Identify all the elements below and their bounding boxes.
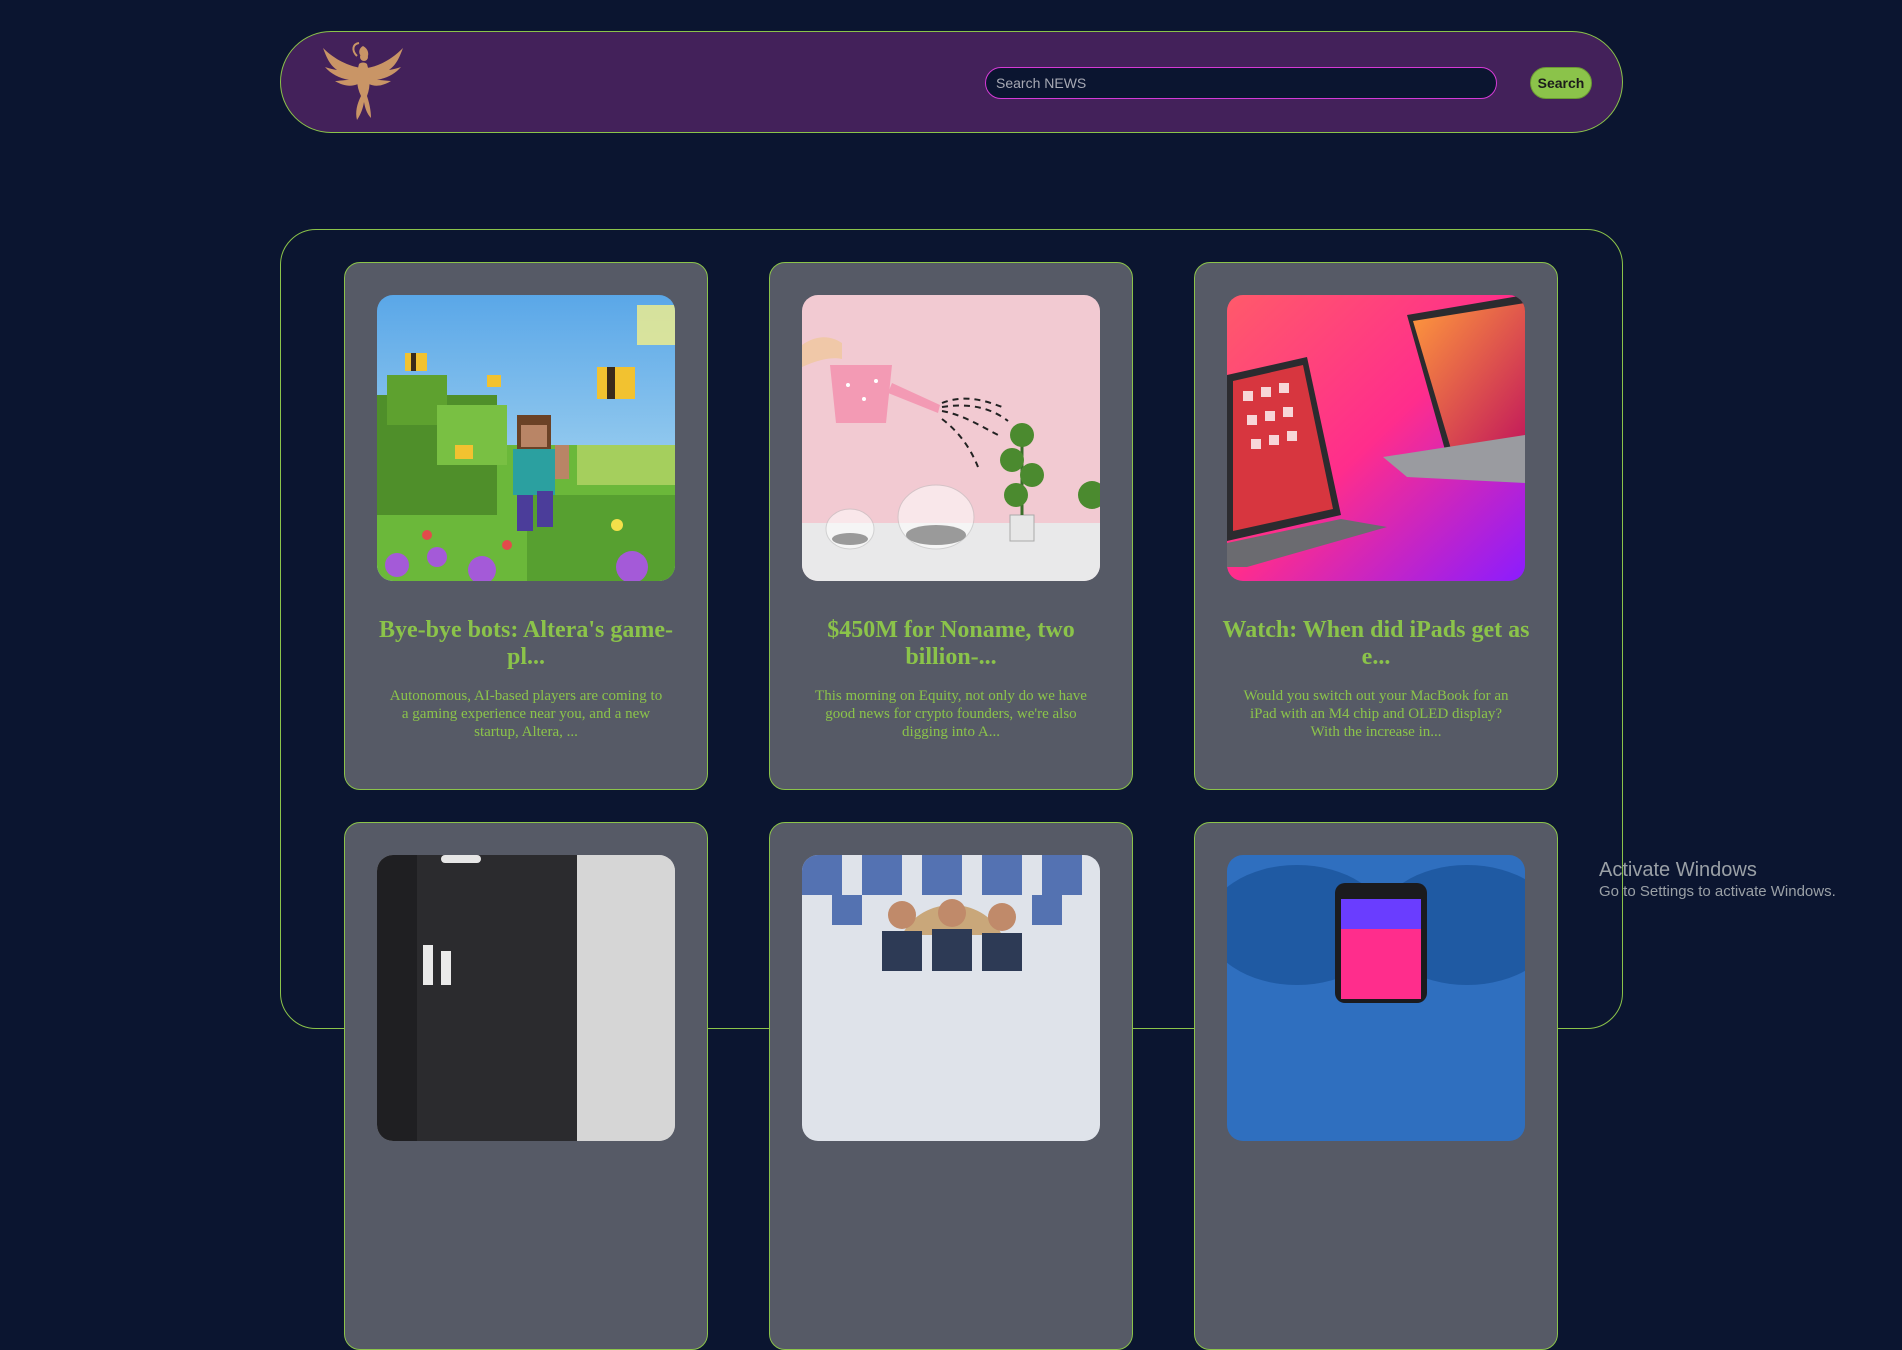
article-title[interactable]: $450M for Noname, two billion-...: [790, 617, 1112, 671]
article-image[interactable]: [802, 855, 1100, 1141]
search-button[interactable]: Search: [1530, 67, 1592, 99]
news-card[interactable]: Watch: When did iPads get as e... Would …: [1194, 262, 1558, 790]
phoenix-logo[interactable]: [319, 42, 407, 122]
article-image[interactable]: [802, 295, 1100, 581]
activate-windows-watermark: Activate Windows Go to Settings to activ…: [1599, 858, 1836, 902]
article-image[interactable]: [377, 295, 675, 581]
article-description: Would you switch out your MacBook for an…: [1243, 688, 1509, 740]
article-title[interactable]: Bye-bye bots: Altera's game-pl...: [365, 617, 687, 671]
article-image[interactable]: [1227, 295, 1525, 581]
news-panel: Bye-bye bots: Altera's game-pl... Autono…: [280, 229, 1623, 1350]
header-bar: Search: [280, 31, 1623, 133]
news-card[interactable]: [344, 822, 708, 1350]
article-image[interactable]: [1227, 855, 1525, 1141]
article-image[interactable]: [377, 855, 675, 1141]
article-title[interactable]: Watch: When did iPads get as e...: [1215, 617, 1537, 671]
news-card[interactable]: [769, 822, 1133, 1350]
news-card[interactable]: [1194, 822, 1558, 1350]
article-description: Autonomous, AI-based players are coming …: [389, 688, 663, 740]
search-input[interactable]: [985, 67, 1497, 99]
watermark-title: Activate Windows: [1599, 859, 1757, 881]
news-card[interactable]: Bye-bye bots: Altera's game-pl... Autono…: [344, 262, 708, 790]
news-card[interactable]: $450M for Noname, two billion-... This m…: [769, 262, 1133, 790]
article-description: This morning on Equity, not only do we h…: [815, 688, 1087, 740]
watermark-subtitle: Go to Settings to activate Windows.: [1599, 883, 1836, 900]
